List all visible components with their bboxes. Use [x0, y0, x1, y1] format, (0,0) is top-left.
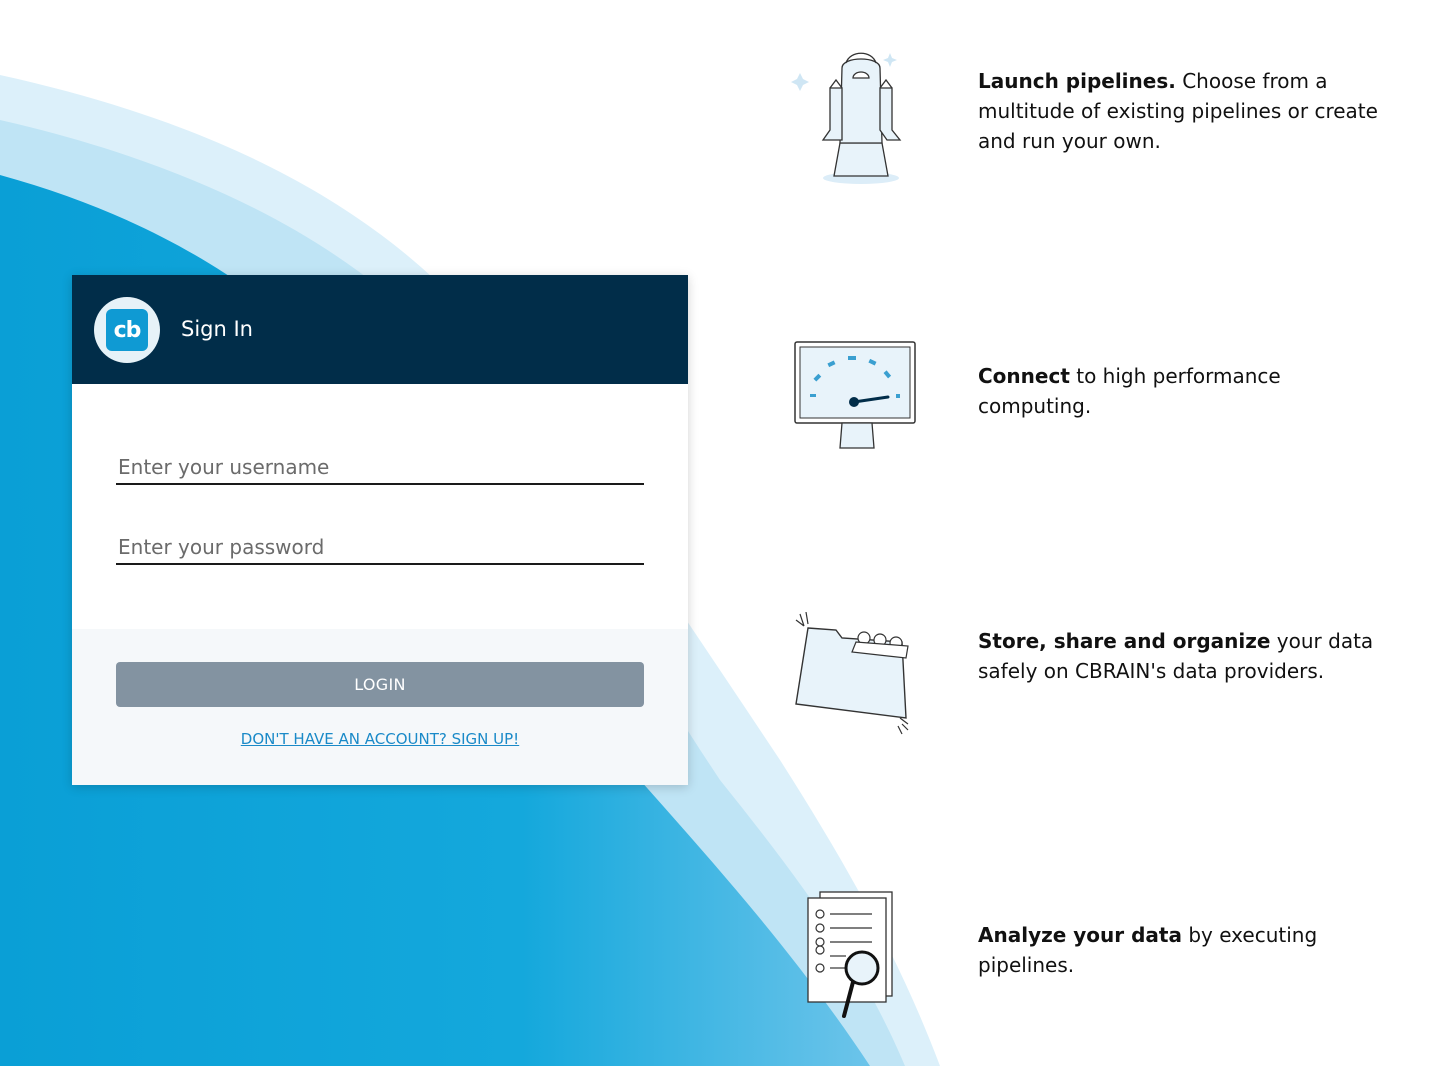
feature-analyze-bold: Analyze your data: [978, 923, 1182, 947]
signin-card: cb Sign In LOGIN DON'T HAVE AN ACCOUNT? …: [72, 275, 688, 785]
login-page: cb Sign In LOGIN DON'T HAVE AN ACCOUNT? …: [0, 0, 1440, 1066]
feature-store-bold: Store, share and organize: [978, 629, 1271, 653]
username-input[interactable]: [116, 451, 644, 485]
feature-connect-text: Connect to high performance computing.: [978, 361, 1378, 421]
signin-title: Sign In: [181, 317, 253, 341]
feature-analyze-text: Analyze your data by executing pipelines…: [978, 920, 1378, 980]
feature-launch-text: Launch pipelines. Choose from a multitud…: [978, 66, 1378, 156]
logo-mark: cb: [106, 309, 148, 351]
feature-launch-bold: Launch pipelines.: [978, 69, 1176, 93]
signin-footer: LOGIN DON'T HAVE AN ACCOUNT? SIGN UP!: [72, 629, 688, 785]
folder-icon: [795, 612, 909, 735]
feature-store-text: Store, share and organize your data safe…: [978, 626, 1378, 686]
login-button[interactable]: LOGIN: [116, 662, 644, 707]
rocket-icon: [791, 52, 902, 184]
cbrain-logo: cb: [94, 297, 160, 363]
feature-connect-bold: Connect: [978, 364, 1070, 388]
signin-header: cb Sign In: [72, 275, 688, 384]
signin-form: [72, 384, 688, 629]
document-search-icon: [807, 891, 893, 1018]
signup-link[interactable]: DON'T HAVE AN ACCOUNT? SIGN UP!: [72, 730, 688, 748]
monitor-gauge-icon: [794, 341, 916, 449]
password-input[interactable]: [116, 531, 644, 565]
